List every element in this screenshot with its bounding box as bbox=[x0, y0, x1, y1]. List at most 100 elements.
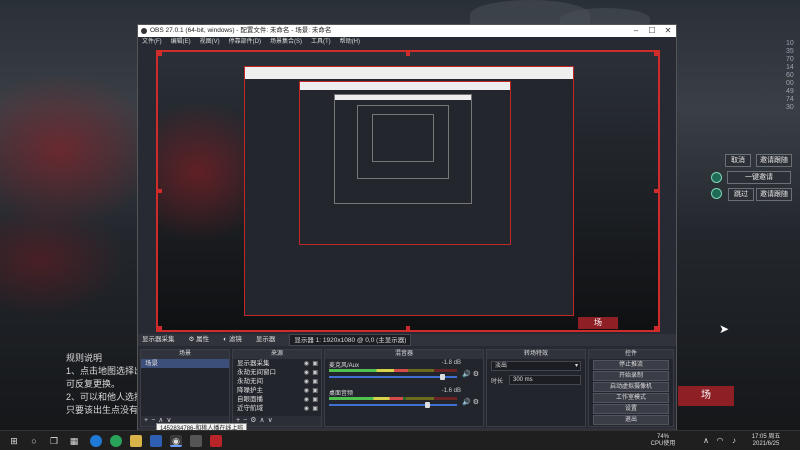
windows-start-icon[interactable]: ⊞ bbox=[8, 435, 20, 447]
preview-canvas[interactable]: 场 bbox=[156, 50, 660, 332]
slider-knob[interactable] bbox=[439, 374, 445, 380]
nested-obs-4 bbox=[357, 105, 449, 179]
speaker-icon[interactable]: 🔊 bbox=[462, 398, 471, 406]
source-item[interactable]: 显示器采集 ◉ ▣ bbox=[233, 359, 321, 368]
scenes-panel: 场景 场景 +−∧∨ bbox=[140, 349, 230, 427]
studio-mode-button[interactable]: 工作室模式 bbox=[593, 393, 669, 403]
nested-titlebar bbox=[335, 95, 471, 101]
resize-handle[interactable] bbox=[654, 326, 658, 330]
gear-icon[interactable]: ⚙ bbox=[473, 398, 479, 406]
volume-slider[interactable] bbox=[329, 374, 457, 380]
chevron-up-icon[interactable]: ∧ bbox=[700, 435, 712, 447]
menu-scene-collection[interactable]: 场景集合(S) bbox=[270, 37, 302, 47]
menu-bar: 文件(F) 编辑(E) 视图(V) 停靠部件(D) 场景集合(S) 工具(T) … bbox=[138, 37, 676, 47]
obs-logo-icon bbox=[141, 28, 147, 34]
edge-browser-icon[interactable] bbox=[90, 435, 102, 447]
properties-button[interactable]: ⚙ 属性 bbox=[189, 334, 210, 346]
resize-handle[interactable] bbox=[406, 326, 410, 330]
resize-handle[interactable] bbox=[158, 326, 162, 330]
resize-handle[interactable] bbox=[158, 52, 162, 56]
controls-title: 控件 bbox=[589, 350, 673, 359]
menu-file[interactable]: 文件(F) bbox=[142, 37, 162, 47]
invite-follow-button-2[interactable]: 邀请跟随 bbox=[756, 188, 792, 201]
menu-tools[interactable]: 工具(T) bbox=[311, 37, 331, 47]
maximize-icon[interactable]: ☐ bbox=[644, 25, 660, 37]
one-click-invite-button[interactable]: 一键邀请 bbox=[727, 171, 791, 184]
game-taskbar-icon[interactable] bbox=[190, 435, 202, 447]
move-down-icon[interactable]: ∨ bbox=[268, 417, 276, 424]
stop-streaming-button[interactable]: 停止推流 bbox=[593, 360, 669, 370]
cancel-button[interactable]: 取消 bbox=[725, 154, 751, 167]
rules-title: 规则说明 bbox=[66, 353, 103, 363]
slider-knob[interactable] bbox=[424, 402, 430, 408]
gear-icon[interactable]: ⚙ bbox=[473, 370, 479, 378]
menu-edit[interactable]: 编辑(E) bbox=[171, 37, 191, 47]
duration-input[interactable]: 300 ms bbox=[509, 375, 581, 385]
clock-date[interactable]: 2021/6/25 bbox=[744, 441, 788, 448]
spawn-banner: 场 bbox=[678, 386, 734, 406]
resize-handle[interactable] bbox=[406, 52, 410, 56]
filter-icon: ◐ bbox=[223, 336, 228, 343]
source-item[interactable]: 永劫无间窗口 ◉ ▣ bbox=[233, 368, 321, 377]
lock-icon[interactable]: ▣ bbox=[312, 405, 318, 414]
invite-follow-button[interactable]: 邀请跟随 bbox=[756, 154, 792, 167]
file-explorer-icon[interactable] bbox=[130, 435, 142, 447]
exit-button[interactable]: 退出 bbox=[593, 415, 669, 425]
scene-item[interactable]: 场景 bbox=[141, 359, 229, 368]
audio-mixer-panel: 混音器 麦克风/Aux -1.8 dB 🔊 ⚙ 桌面音频 -1.6 dB 🔊 ⚙ bbox=[324, 349, 484, 427]
menu-docks[interactable]: 停靠部件(D) bbox=[229, 37, 261, 47]
widgets-icon[interactable]: ▦ bbox=[68, 435, 80, 447]
search-icon[interactable]: ○ bbox=[28, 435, 40, 447]
resize-handle[interactable] bbox=[654, 189, 658, 193]
close-icon[interactable]: ✕ bbox=[660, 25, 676, 37]
nested-obs-3 bbox=[334, 94, 472, 204]
speaker-icon[interactable]: 🔊 bbox=[462, 370, 471, 378]
skip-button[interactable]: 跳过 bbox=[728, 188, 754, 201]
source-item[interactable]: 永劫无间 ◉ ▣ bbox=[233, 377, 321, 386]
settings-button[interactable]: 设置 bbox=[593, 404, 669, 414]
battery-percent: 74% bbox=[656, 434, 669, 440]
transition-type-select[interactable]: 淡出 ▾ bbox=[491, 361, 581, 371]
filters-button[interactable]: ◐ 滤镜 bbox=[223, 334, 242, 346]
mixer-title: 混音器 bbox=[325, 350, 483, 359]
preview-banner: 场 bbox=[578, 317, 618, 329]
volume-slider[interactable] bbox=[329, 402, 457, 408]
mixer-channel-mic: 麦克风/Aux -1.8 dB 🔊 ⚙ bbox=[325, 359, 483, 381]
resize-handle[interactable] bbox=[158, 189, 162, 193]
nested-titlebar bbox=[245, 67, 573, 80]
window-title: OBS 27.0.1 (64-bit, windows) - 配置文件: 未命名… bbox=[150, 27, 332, 34]
rules-line-2: 可反复更换。 bbox=[66, 379, 121, 389]
menu-view[interactable]: 视图(V) bbox=[200, 37, 220, 47]
rules-line-4: 只要该出生点没有达 bbox=[66, 405, 148, 415]
scenes-title: 场景 bbox=[141, 350, 229, 359]
store-icon[interactable] bbox=[150, 435, 162, 447]
nested-titlebar bbox=[300, 82, 510, 91]
transitions-panel: 转场特效 淡出 ▾ 时长 300 ms bbox=[486, 349, 586, 427]
source-item[interactable]: 降噪护主 ◉ ▣ bbox=[233, 386, 321, 395]
network-icon[interactable]: ◠ bbox=[714, 435, 726, 447]
controls-panel: 控件 停止推流 开始录制 启动虚拟摄像机 工作室模式 设置 退出 bbox=[588, 349, 674, 427]
display-label: 显示器 bbox=[255, 336, 276, 343]
task-view-icon[interactable]: ❐ bbox=[48, 435, 60, 447]
minimize-icon[interactable]: – bbox=[628, 25, 644, 37]
clock-time[interactable]: 17:05 周五 bbox=[744, 434, 788, 441]
obs-taskbar-icon[interactable]: ◉ bbox=[170, 435, 182, 447]
start-virtual-camera-button[interactable]: 启动虚拟摄像机 bbox=[593, 382, 669, 392]
chrome-browser-icon[interactable] bbox=[110, 435, 122, 447]
volume-icon[interactable]: ♪ bbox=[728, 435, 740, 447]
move-up-icon[interactable]: ∧ bbox=[259, 417, 267, 424]
source-item[interactable]: 近守航域 ◉ ▣ bbox=[233, 404, 321, 413]
menu-help[interactable]: 帮助(H) bbox=[340, 37, 360, 47]
resize-handle[interactable] bbox=[654, 52, 658, 56]
map-pin-icon bbox=[711, 188, 722, 199]
cpu-label: CPU使用 bbox=[650, 441, 676, 447]
mixer-channel-desktop: 桌面音频 -1.6 dB 🔊 ⚙ bbox=[325, 387, 483, 409]
start-recording-button[interactable]: 开始录制 bbox=[593, 371, 669, 381]
app-taskbar-icon[interactable] bbox=[210, 435, 222, 447]
eye-icon[interactable]: ◉ bbox=[304, 405, 309, 414]
duration-label: 时长 bbox=[491, 378, 504, 385]
source-item[interactable]: 自眼面播 ◉ ▣ bbox=[233, 395, 321, 404]
display-select[interactable]: 显示器 1: 1920x1080 @ 0,0 (主显示器) bbox=[289, 334, 412, 346]
title-bar: OBS 27.0.1 (64-bit, windows) - 配置文件: 未命名… bbox=[138, 25, 676, 37]
meter-level bbox=[329, 369, 409, 372]
